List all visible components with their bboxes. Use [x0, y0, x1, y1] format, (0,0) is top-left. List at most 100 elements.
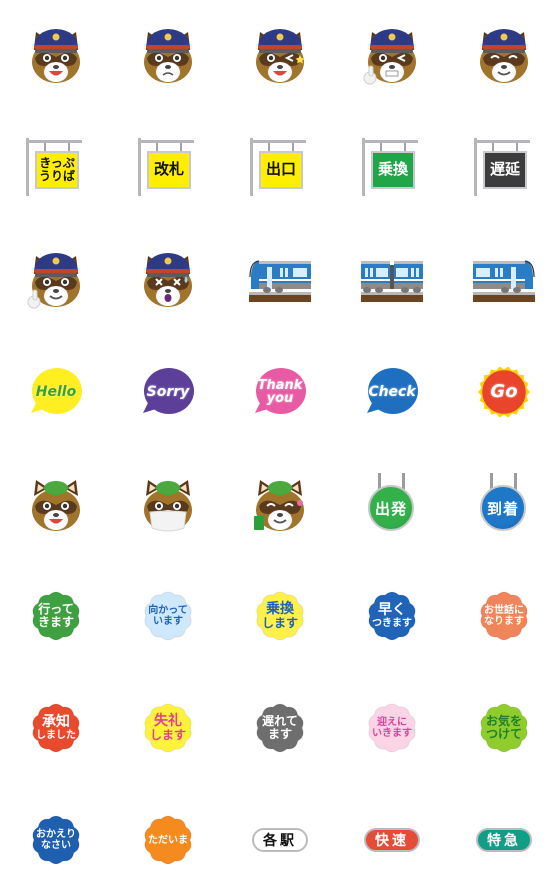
flower-badge: 失礼 します [140, 702, 196, 754]
tanuki-conductor-happy-icon-graphic [32, 29, 80, 83]
emoji-bubble-check[interactable]: Check [336, 336, 448, 448]
emoji-leaf-smile[interactable] [0, 448, 112, 560]
speech-bubble: Sorry [140, 365, 196, 419]
emoji-badge-shitsureishimasu[interactable]: 失礼 します [112, 672, 224, 784]
emoji-sign-departure[interactable]: 出発 [336, 448, 448, 560]
sign-hook [68, 143, 70, 151]
emoji-bubble-sorry[interactable]: Sorry [112, 336, 224, 448]
emoji-badge-mukatteimasu[interactable]: 向かって います [112, 560, 224, 672]
bubble-text: Go [476, 365, 532, 419]
emoji-staff-frown[interactable] [112, 0, 224, 112]
emoji-sign-delay[interactable]: 遅延 [448, 112, 560, 224]
emoji-leaf-mask[interactable] [112, 448, 224, 560]
emoji-sign-ticket[interactable]: きっぷ うりば [0, 112, 112, 224]
badge-text: お世話に なります [476, 590, 532, 642]
bubble-text: Thank you [252, 365, 308, 419]
train-type-label: 特急 [487, 833, 521, 849]
emoji-train-middle[interactable] [336, 224, 448, 336]
emoji-badge-ittekimasu[interactable]: 行って きます [0, 560, 112, 672]
tanuki-conductor-thumbsup-icon-graphic [27, 253, 80, 309]
sign-arm [362, 140, 418, 143]
emoji-grid: きっぷ うりば 改札 出口 乗換 遅延 Hello Sorry Thank you Check Go 出… [0, 0, 560, 896]
train-type-badge: 特急 [476, 828, 532, 852]
train-rear-car-icon [249, 257, 311, 303]
emoji-badge-okiwotsukete[interactable]: お気を つけて [448, 672, 560, 784]
emoji-sign-arrival[interactable]: 到着 [448, 448, 560, 560]
emoji-badge-shouchishimashita[interactable]: 承知 しました [0, 672, 112, 784]
sign-text: 到着 [486, 499, 519, 518]
emoji-badge-okuretemasu[interactable]: 遅れて ます [224, 672, 336, 784]
emoji-staff-dizzy[interactable] [112, 224, 224, 336]
hanging-sign: 乗換 [362, 138, 422, 198]
sign-pole [26, 138, 29, 196]
emoji-staff-grin[interactable] [448, 0, 560, 112]
emoji-train-front[interactable] [448, 224, 560, 336]
badge-line: なります [484, 616, 524, 627]
sign-text: 出発 [374, 499, 407, 518]
flower-badge: 乗換 します [252, 590, 308, 642]
hanging-sign: 遅延 [474, 138, 534, 198]
bubble-line: you [266, 391, 294, 406]
badge-line: しました [36, 730, 76, 742]
emoji-pill-local[interactable]: 各駅 [224, 784, 336, 896]
emoji-badge-tadaima[interactable]: ただいま [112, 784, 224, 896]
badge-text: おかえり なさい [28, 814, 84, 866]
emoji-staff-wink[interactable] [224, 0, 336, 112]
emoji-bubble-thankyou[interactable]: Thank you [224, 336, 336, 448]
sign-pole [138, 138, 141, 196]
emoji-leaf-drink[interactable] [224, 448, 336, 560]
hanging-sign: 改札 [138, 138, 198, 198]
badge-text: ただいま [140, 814, 196, 866]
emoji-bubble-hello[interactable]: Hello [0, 336, 112, 448]
emoji-badge-hayakutsukimasu[interactable]: 早く つきます [336, 560, 448, 672]
bubble-line: Go [490, 381, 518, 402]
emoji-badge-osewaninarimasu[interactable]: お世話に なります [448, 560, 560, 672]
badge-text: 遅れて ます [252, 702, 308, 754]
tanuki-conductor-thumbsup-icon [26, 250, 86, 310]
emoji-train-rear[interactable] [224, 224, 336, 336]
tanuki-conductor-wink-icon-graphic [256, 29, 305, 83]
tanuki-conductor-dizzy-icon-graphic [144, 253, 192, 307]
emoji-badge-okaerinasai[interactable]: おかえり なさい [0, 784, 112, 896]
emoji-staff-thumbsup[interactable] [0, 224, 112, 336]
bubble-line: Hello [35, 384, 77, 400]
badge-text: 行って きます [28, 590, 84, 642]
sign-pole [250, 138, 253, 196]
tanuki-conductor-grin-icon [474, 26, 534, 86]
badge-text: 早く つきます [364, 590, 420, 642]
sign-board: 出口 [259, 151, 303, 189]
sign-hook [268, 143, 270, 151]
sign-board: きっぷ うりば [35, 151, 79, 189]
tanuki-conductor-wink-icon [250, 26, 310, 86]
bubble-line: Check [368, 384, 416, 400]
sign-disk: 出発 [368, 485, 414, 531]
emoji-staff-smile[interactable] [0, 0, 112, 112]
badge-line: おかえり [36, 829, 76, 840]
sign-board: 改札 [147, 151, 191, 189]
emoji-sign-transfer[interactable]: 乗換 [336, 112, 448, 224]
emoji-badge-norikaeshimasu[interactable]: 乗換 します [224, 560, 336, 672]
emoji-sign-gate[interactable]: 改札 [112, 112, 224, 224]
train-type-label: 快速 [375, 833, 409, 849]
sign-text: 遅延 [489, 160, 520, 179]
emoji-bubble-go[interactable]: Go [448, 336, 560, 448]
emoji-pill-rapid[interactable]: 快速 [336, 784, 448, 896]
emoji-pill-limited-express[interactable]: 特急 [448, 784, 560, 896]
train-type-badge: 各駅 [252, 828, 308, 852]
badge-line: 迎えに [377, 717, 407, 728]
tanuki-leaf-happy-icon-graphic [32, 480, 80, 531]
sign-hook [156, 143, 158, 151]
flower-badge: お気を つけて [476, 702, 532, 754]
bubble-line: Sorry [146, 384, 190, 400]
sign-hook [292, 143, 294, 151]
badge-line: 乗換 [266, 600, 294, 617]
tanuki-conductor-thumbsup-grimace-icon-graphic [363, 29, 416, 85]
emoji-staff-thumbs-grimace[interactable] [336, 0, 448, 112]
sign-arm [138, 140, 194, 143]
flower-badge: 向かって います [140, 590, 196, 642]
sign-hook [180, 143, 182, 151]
emoji-sign-exit[interactable]: 出口 [224, 112, 336, 224]
tanuki-conductor-frown-icon-graphic [144, 29, 192, 83]
emoji-badge-mukaeniikimasu[interactable]: 迎えに いきます [336, 672, 448, 784]
badge-line: つきます [372, 618, 412, 630]
